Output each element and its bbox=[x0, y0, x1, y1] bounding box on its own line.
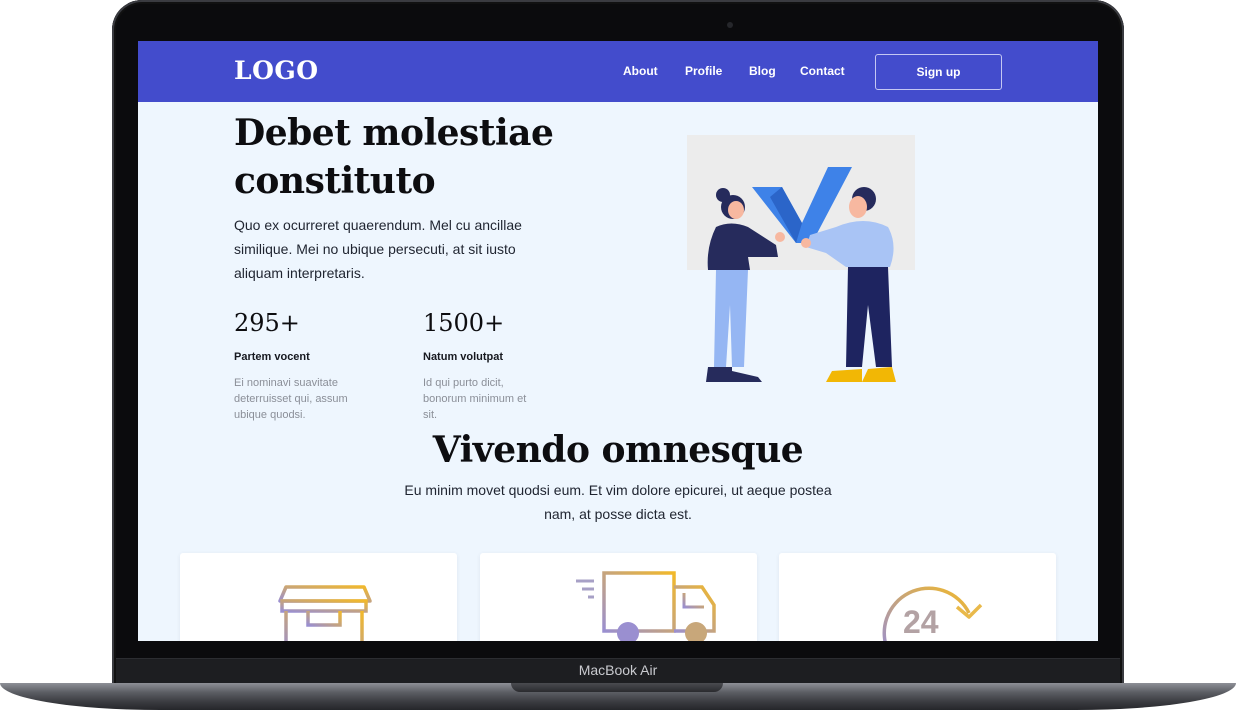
signup-button[interactable]: Sign up bbox=[875, 54, 1002, 90]
laptop-notch bbox=[511, 683, 723, 692]
24-hours-icon: 24 bbox=[882, 586, 983, 641]
person-left-hair-bun bbox=[716, 188, 730, 202]
person-right-legs bbox=[846, 267, 892, 367]
feature-card-delivery[interactable] bbox=[480, 553, 757, 641]
stat-label-1: Partem vocent bbox=[234, 351, 310, 363]
hero-illustration bbox=[687, 135, 915, 382]
stat-desc-2: Id qui purto dicit, bonorum minimum et s… bbox=[423, 377, 527, 421]
logo[interactable]: LOGO bbox=[234, 56, 318, 85]
device-label: MacBook Air bbox=[578, 662, 658, 678]
feature-card-box[interactable] bbox=[180, 553, 457, 641]
24-label: 24 bbox=[903, 604, 939, 640]
stat-desc-1: Ei nominavi suavitate deterruisset qui, … bbox=[234, 377, 348, 421]
nav-link-about[interactable]: About bbox=[623, 64, 658, 78]
section-text: Eu minim movet quodsi eum. Et vim dolore… bbox=[404, 482, 832, 522]
person-left-face bbox=[728, 201, 744, 219]
person-right-face bbox=[849, 196, 867, 218]
stat-value-2: 1500+ bbox=[423, 309, 505, 337]
hero-text: Quo ex ocurreret quaerendum. Mel cu anci… bbox=[234, 217, 522, 281]
hero-title: Debet molestiae constituto bbox=[234, 112, 554, 202]
stat-value-1: 295+ bbox=[234, 309, 300, 337]
feature-card-24h[interactable]: 24 bbox=[779, 553, 1056, 641]
section-title: Vivendo omnesque bbox=[432, 429, 804, 471]
nav-link-profile[interactable]: Profile bbox=[685, 64, 722, 78]
nav-link-blog[interactable]: Blog bbox=[749, 64, 776, 78]
stat-label-2: Natum volutpat bbox=[423, 351, 504, 363]
person-left-shoes bbox=[706, 367, 732, 382]
delivery-truck-icon bbox=[576, 571, 716, 641]
person-right-shoe-1 bbox=[826, 369, 862, 382]
nav-link-contact[interactable]: Contact bbox=[800, 64, 845, 78]
person-right-hand bbox=[801, 238, 811, 248]
person-right-shoe-2 bbox=[862, 367, 896, 382]
person-left-shoe-2 bbox=[732, 371, 762, 382]
screen: LOGO About Profile Blog Contact Sign up … bbox=[138, 41, 1098, 641]
person-left-hand bbox=[775, 232, 785, 242]
box-icon bbox=[278, 585, 372, 641]
navbar: LOGO About Profile Blog Contact Sign up bbox=[138, 41, 1098, 102]
camera-dot bbox=[727, 22, 733, 28]
person-left-legs bbox=[714, 270, 748, 367]
